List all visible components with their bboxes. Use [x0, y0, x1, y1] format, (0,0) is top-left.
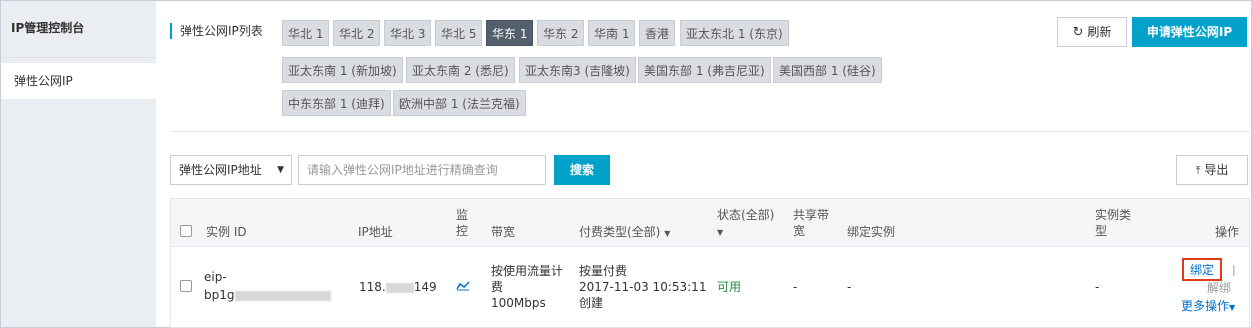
caret-down-icon: ▼ [277, 165, 284, 175]
region-tab[interactable]: 美国西部 1 (硅谷) [773, 57, 882, 83]
divider [170, 131, 1250, 132]
ip-suffix: 149 [413, 280, 437, 294]
region-tab[interactable]: 香港 [639, 20, 676, 46]
export-button[interactable]: ⤒ 导出 [1176, 155, 1248, 185]
billing-type: 按量付费 [579, 264, 628, 278]
region-tab[interactable]: 中东东部 1 (迪拜) [282, 90, 391, 116]
caret-down-icon: ▼ [717, 228, 724, 237]
instance-type-value: - [1095, 280, 1100, 294]
column-actions: 操作 [1215, 225, 1240, 239]
action-separator: | [1232, 263, 1236, 276]
created-label: 创建 [579, 296, 604, 310]
search-field-select[interactable]: 弹性公网IP地址 ▼ [170, 155, 292, 185]
instance-id-second: bp1g [204, 288, 235, 302]
column-monitor: 监控 [456, 208, 469, 238]
column-billing-filter[interactable]: 付费类型(全部) ▼ [579, 224, 670, 242]
apply-eip-button[interactable]: 申请弹性公网IP [1132, 17, 1247, 47]
region-tab[interactable]: 华北 3 [384, 20, 432, 46]
region-tab[interactable]: 亚太东南3 (吉隆坡) [519, 57, 636, 83]
refresh-icon: ↻ [1072, 25, 1084, 40]
bind-button[interactable]: 绑定 [1182, 258, 1223, 281]
region-tab[interactable]: 华北 2 [333, 20, 381, 46]
instance-id-prefix: eip- [204, 270, 227, 284]
redacted-text [385, 282, 414, 293]
refresh-button[interactable]: ↻ 刷新 [1057, 17, 1127, 47]
region-tab[interactable]: 华东 2 [537, 20, 585, 46]
ip-address: 118. 149 [359, 279, 437, 295]
bandwidth-billing-line1: 按使用流量计 [491, 264, 564, 278]
region-tab[interactable]: 亚太东北 1 (东京) [680, 20, 789, 46]
region-tab[interactable]: 华南 1 [588, 20, 636, 46]
table-header: 实例 ID IP地址 监控 带宽 付费类型(全部) ▼ 状态(全部) ▼ 共享带… [171, 199, 1249, 247]
sidebar: IP管理控制台 弹性公网IP [1, 1, 156, 327]
caret-down-icon: ▼ [1229, 303, 1236, 312]
region-tab-active[interactable]: 华东 1 [486, 20, 534, 46]
created-at: 2017-11-03 10:53:11 [579, 280, 707, 294]
export-label: 导出 [1204, 163, 1229, 177]
sidebar-item-eip[interactable]: 弹性公网IP [1, 63, 156, 99]
shared-bandwidth-value: - [793, 280, 798, 294]
eip-table: 实例 ID IP地址 监控 带宽 付费类型(全部) ▼ 状态(全部) ▼ 共享带… [170, 198, 1250, 328]
bound-instance-value: - [847, 280, 852, 294]
sidebar-title: IP管理控制台 [1, 1, 156, 58]
region-tab[interactable]: 亚太东南 1 (新加坡) [282, 57, 403, 83]
export-icon: ⤒ [1195, 164, 1201, 177]
bandwidth-billing-line2: 费 [491, 280, 504, 294]
column-bound-instance: 绑定实例 [847, 225, 896, 239]
column-shared-bandwidth: 共享带宽 [793, 208, 830, 238]
column-status-filter[interactable]: 状态(全部) ▼ [717, 207, 774, 241]
caret-down-icon: ▼ [664, 229, 671, 238]
billing-cell: 按量付费 2017-11-03 10:53:11 创建 [579, 263, 706, 311]
status-badge: 可用 [717, 280, 742, 294]
instance-id: eip- bp1g [204, 269, 331, 303]
search-input[interactable] [298, 155, 546, 185]
region-tab[interactable]: 华北 1 [282, 20, 330, 46]
column-instance-type: 实例类型 [1095, 208, 1132, 238]
column-ip: IP地址 [358, 225, 393, 239]
select-value: 弹性公网IP地址 [179, 163, 262, 177]
search-button[interactable]: 搜索 [554, 155, 610, 185]
column-bandwidth: 带宽 [491, 225, 516, 239]
bandwidth-value: 100Mbps [491, 296, 546, 310]
region-tab[interactable]: 美国东部 1 (弗吉尼亚) [638, 57, 771, 83]
page-title: 弹性公网IP列表 [170, 23, 263, 39]
more-actions-label: 更多操作 [1181, 299, 1230, 313]
select-all-checkbox[interactable] [180, 225, 192, 237]
row-checkbox[interactable] [180, 280, 192, 292]
billing-header-label: 付费类型(全部) [579, 225, 661, 239]
main-content: 弹性公网IP列表 华北 1 华北 2 华北 3 华北 5 华东 1 华东 2 华… [156, 1, 1250, 328]
refresh-label: 刷新 [1087, 25, 1112, 39]
region-tab[interactable]: 亚太东南 2 (悉尼) [406, 57, 515, 83]
bandwidth-cell: 按使用流量计 费 100Mbps [491, 263, 563, 311]
ip-prefix: 118. [359, 280, 386, 294]
redacted-text [234, 290, 331, 301]
monitor-chart-icon[interactable] [456, 279, 470, 295]
status-header-label: 状态(全部) [717, 208, 775, 222]
more-actions-button[interactable]: 更多操作▼ [1181, 298, 1235, 316]
column-instance-id: 实例 ID [206, 225, 247, 239]
region-tab[interactable]: 华北 5 [435, 20, 483, 46]
region-tab[interactable]: 欧洲中部 1 (法兰克福) [393, 90, 526, 116]
unbind-button[interactable]: 解绑 [1207, 280, 1231, 296]
